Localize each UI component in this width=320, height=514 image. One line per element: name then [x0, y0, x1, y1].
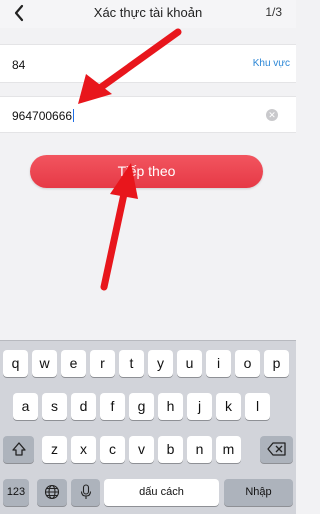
- country-code-value: 84: [12, 58, 26, 72]
- key-o[interactable]: o: [235, 350, 260, 377]
- shift-icon: [11, 442, 26, 456]
- key-q[interactable]: q: [3, 350, 28, 377]
- next-button[interactable]: Tiếp theo: [30, 155, 263, 188]
- numbers-key[interactable]: 123: [3, 479, 29, 506]
- return-key[interactable]: Nhập: [224, 479, 293, 506]
- on-screen-keyboard: q w e r t y u i o p a s d f g h j k l z …: [0, 340, 296, 514]
- key-c[interactable]: c: [100, 436, 125, 463]
- backspace-key[interactable]: [260, 436, 293, 463]
- page-title: Xác thực tài khoản: [93, 5, 203, 20]
- key-v[interactable]: v: [129, 436, 154, 463]
- microphone-icon: [80, 484, 91, 499]
- clear-icon[interactable]: ✕: [266, 109, 278, 121]
- key-t[interactable]: t: [119, 350, 144, 377]
- key-i[interactable]: i: [206, 350, 231, 377]
- key-n[interactable]: n: [187, 436, 212, 463]
- key-u[interactable]: u: [177, 350, 202, 377]
- key-p[interactable]: p: [264, 350, 289, 377]
- step-indicator: 1/3: [265, 5, 282, 19]
- key-x[interactable]: x: [71, 436, 96, 463]
- phone-number-input[interactable]: 964700666: [12, 109, 75, 123]
- key-a[interactable]: a: [13, 393, 38, 420]
- region-link[interactable]: Khu vực: [253, 58, 290, 69]
- key-l[interactable]: l: [245, 393, 270, 420]
- key-k[interactable]: k: [216, 393, 241, 420]
- key-y[interactable]: y: [148, 350, 173, 377]
- key-m[interactable]: m: [216, 436, 241, 463]
- key-g[interactable]: g: [129, 393, 154, 420]
- phone-number-value: 964700666: [12, 109, 73, 123]
- shift-key[interactable]: [3, 436, 34, 463]
- key-e[interactable]: e: [61, 350, 86, 377]
- key-r[interactable]: r: [90, 350, 115, 377]
- key-h[interactable]: h: [158, 393, 183, 420]
- key-s[interactable]: s: [42, 393, 67, 420]
- header-bar: Xác thực tài khoản 1/3: [0, 0, 296, 28]
- globe-icon: [44, 484, 60, 500]
- globe-key[interactable]: [37, 479, 67, 506]
- phone-number-field[interactable]: 964700666 ✕: [0, 96, 296, 133]
- key-w[interactable]: w: [32, 350, 57, 377]
- key-j[interactable]: j: [187, 393, 212, 420]
- key-d[interactable]: d: [71, 393, 96, 420]
- space-key[interactable]: dấu cách: [104, 479, 219, 506]
- key-b[interactable]: b: [158, 436, 183, 463]
- dictation-key[interactable]: [71, 479, 100, 506]
- backspace-icon: [266, 442, 286, 456]
- text-caret: [73, 109, 75, 122]
- country-code-field[interactable]: 84 Khu vực: [0, 44, 296, 83]
- key-f[interactable]: f: [100, 393, 125, 420]
- key-z[interactable]: z: [42, 436, 67, 463]
